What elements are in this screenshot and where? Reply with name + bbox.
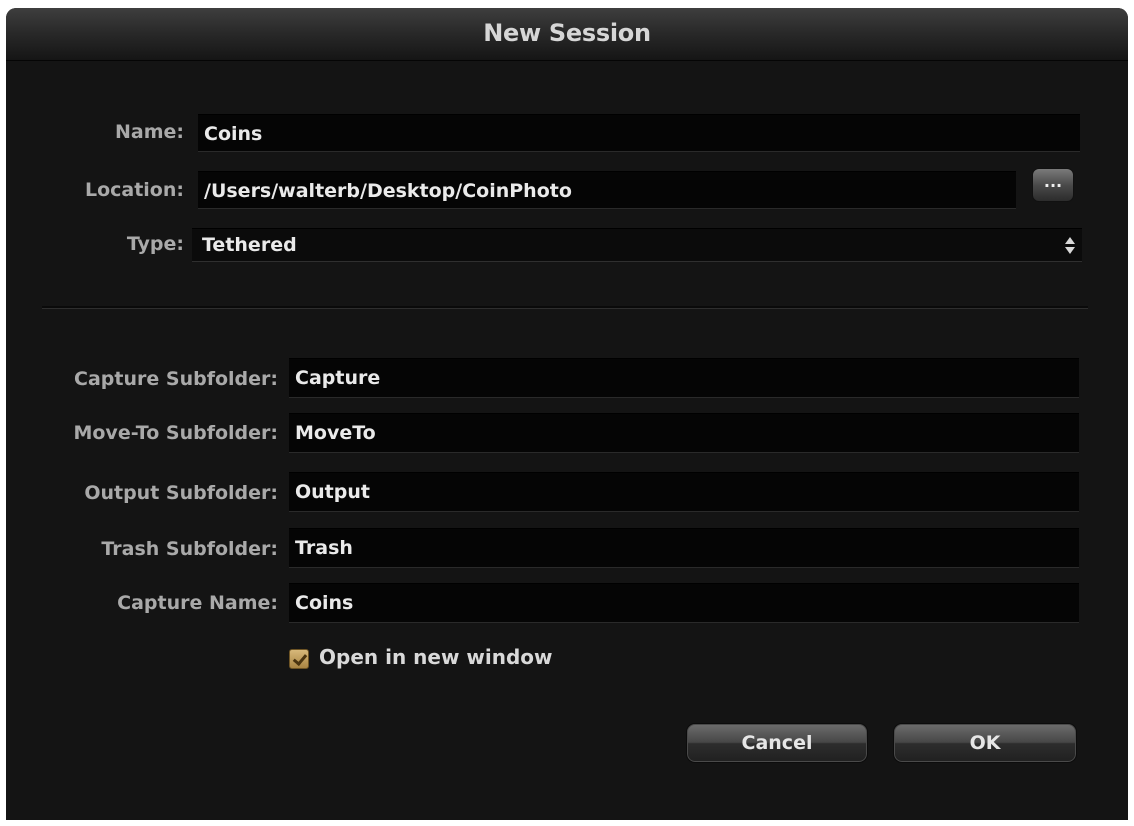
type-label: Type: bbox=[126, 233, 184, 255]
open-new-window-label[interactable]: Open in new window bbox=[319, 645, 553, 669]
browse-button[interactable]: ... bbox=[1032, 168, 1074, 202]
section-divider bbox=[42, 306, 1088, 309]
location-field[interactable]: /Users/walterb/Desktop/CoinPhoto bbox=[198, 171, 1016, 209]
trash-subfolder-label: Trash Subfolder: bbox=[101, 538, 278, 560]
name-label: Name: bbox=[114, 121, 184, 143]
capture-name-label: Capture Name: bbox=[117, 592, 278, 614]
name-field[interactable]: Coins bbox=[198, 114, 1080, 152]
up-down-stepper-icon bbox=[1064, 235, 1076, 257]
ok-button[interactable]: OK bbox=[893, 723, 1077, 763]
title-bar[interactable]: New Session bbox=[6, 8, 1128, 61]
capture-subfolder-label: Capture Subfolder: bbox=[74, 368, 278, 390]
output-subfolder-label: Output Subfolder: bbox=[84, 482, 278, 504]
type-select[interactable]: Tethered bbox=[192, 228, 1082, 262]
new-session-dialog: New Session Name: Coins Location: /Users… bbox=[6, 8, 1128, 820]
capture-name-field[interactable]: Coins bbox=[289, 583, 1079, 623]
type-value: Tethered bbox=[202, 234, 297, 256]
moveto-subfolder-label: Move-To Subfolder: bbox=[73, 422, 278, 444]
location-label: Location: bbox=[84, 179, 184, 201]
output-subfolder-field[interactable]: Output bbox=[289, 472, 1079, 512]
moveto-subfolder-field[interactable]: MoveTo bbox=[289, 413, 1079, 453]
capture-subfolder-field[interactable]: Capture bbox=[289, 358, 1079, 398]
dialog-title: New Session bbox=[483, 19, 651, 47]
trash-subfolder-field[interactable]: Trash bbox=[289, 528, 1079, 568]
open-new-window-checkbox[interactable] bbox=[289, 649, 309, 669]
cancel-button[interactable]: Cancel bbox=[686, 723, 868, 763]
